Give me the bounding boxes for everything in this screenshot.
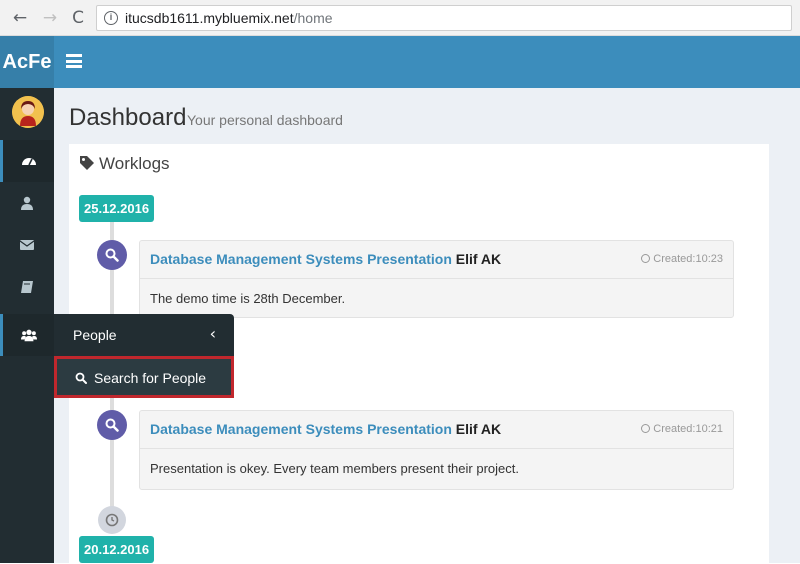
timeline-item-header: Database Management Systems Presentation… bbox=[140, 241, 733, 279]
worklog-time: Created:10:23 bbox=[641, 253, 723, 265]
timeline-date: 25.12.2016 bbox=[79, 195, 155, 222]
forward-arrow-icon[interactable]: → bbox=[40, 8, 60, 28]
sidebar-item-dashboard[interactable] bbox=[0, 140, 54, 182]
worklog-body: Presentation is okey. Every team members… bbox=[150, 461, 519, 476]
url-host: itucsdb1611.mybluemix.net bbox=[125, 10, 294, 26]
people-menu-title: People bbox=[73, 327, 117, 343]
timeline-item-title: Database Management Systems Presentation… bbox=[150, 421, 501, 437]
clock-icon bbox=[641, 424, 651, 433]
search-for-people-label: Search for People bbox=[94, 370, 207, 386]
app-header: AcFe bbox=[0, 36, 800, 88]
envelope-icon bbox=[19, 240, 35, 250]
book-icon bbox=[21, 281, 33, 293]
avatar[interactable] bbox=[12, 96, 44, 128]
back-arrow-icon[interactable]: ← bbox=[10, 8, 30, 28]
sidebar-item-messages[interactable] bbox=[0, 224, 54, 266]
timeline-clock-icon bbox=[98, 506, 126, 534]
timeline-item: Database Management Systems Presentation… bbox=[139, 410, 734, 490]
timeline-date: 20.12.2016 bbox=[79, 536, 155, 563]
worklog-title-link[interactable]: Database Management Systems Presentation bbox=[150, 421, 452, 437]
worklog-time: Created:10:21 bbox=[641, 423, 723, 435]
worklogs-title: Worklogs bbox=[99, 154, 170, 173]
worklog-title-link[interactable]: Database Management Systems Presentation bbox=[150, 251, 452, 267]
tag-icon bbox=[80, 156, 94, 170]
logo[interactable]: AcFe bbox=[0, 36, 54, 88]
sidebar-item-people[interactable] bbox=[0, 314, 54, 356]
user-icon bbox=[21, 196, 33, 210]
browser-toolbar: ← → C i itucsdb1611.mybluemix.net/home bbox=[0, 0, 800, 36]
url-text[interactable]: itucsdb1611.mybluemix.net/home bbox=[125, 10, 333, 26]
sidebar-item-books[interactable] bbox=[0, 266, 54, 308]
page-subtitle: Your personal dashboard bbox=[187, 112, 343, 128]
worklog-author: Elif AK bbox=[455, 251, 502, 267]
timeline-search-icon bbox=[97, 410, 127, 440]
dashboard-icon bbox=[21, 158, 36, 166]
search-for-people-link[interactable]: Search for People bbox=[54, 356, 234, 398]
sidebar-item-profile[interactable] bbox=[0, 182, 54, 224]
timeline-item: Database Management Systems Presentation… bbox=[139, 240, 734, 318]
timeline-item-title: Database Management Systems Presentation… bbox=[150, 251, 501, 267]
info-icon[interactable]: i bbox=[104, 11, 118, 25]
search-icon bbox=[75, 372, 87, 384]
worklog-time-text: Created:10:21 bbox=[653, 423, 723, 435]
timeline-item-header: Database Management Systems Presentation… bbox=[140, 411, 733, 449]
people-menu-header[interactable]: People ‹ bbox=[54, 314, 234, 356]
worklog-body: The demo time is 28th December. bbox=[150, 291, 346, 306]
address-bar[interactable]: i itucsdb1611.mybluemix.net/home bbox=[96, 5, 792, 31]
people-submenu: Search for People bbox=[54, 356, 234, 398]
hamburger-menu-icon[interactable] bbox=[66, 54, 82, 68]
chevron-left-icon: ‹ bbox=[209, 324, 216, 343]
worklog-author: Elif AK bbox=[455, 421, 502, 437]
sidebar bbox=[0, 88, 54, 563]
worklog-time-text: Created:10:23 bbox=[653, 253, 723, 265]
page-title: Dashboard bbox=[69, 104, 187, 131]
users-icon bbox=[20, 329, 37, 342]
url-path: /home bbox=[293, 10, 333, 26]
timeline-search-icon bbox=[97, 240, 127, 270]
clock-icon bbox=[641, 254, 651, 263]
reload-icon[interactable]: C bbox=[68, 8, 88, 28]
